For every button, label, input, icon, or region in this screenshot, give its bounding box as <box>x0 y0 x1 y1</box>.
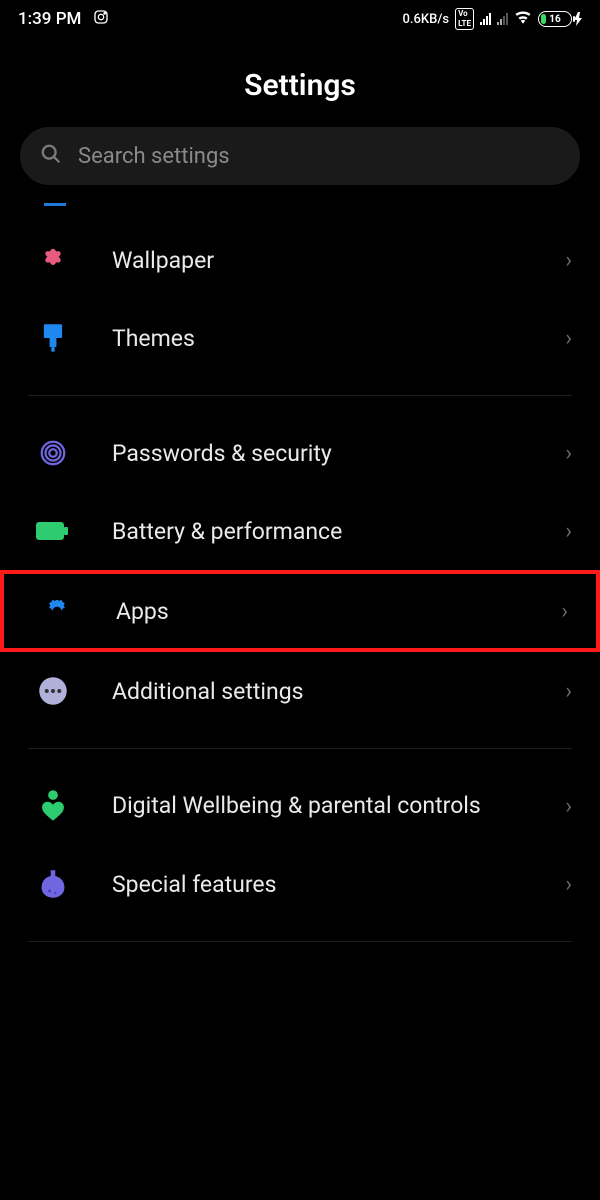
partial-row <box>20 203 580 213</box>
section-divider <box>28 941 572 942</box>
page-title: Settings <box>0 38 600 127</box>
volte-badge: VoLTE <box>455 8 474 30</box>
signal-icon-1 <box>480 13 491 25</box>
settings-item-label: Apps <box>116 598 519 625</box>
settings-item-label: Battery & performance <box>112 518 523 545</box>
settings-item-label: Passwords & security <box>112 440 523 467</box>
settings-item-label: Themes <box>112 325 523 352</box>
chevron-right-icon: › <box>565 679 572 704</box>
status-time: 1:39 PM <box>18 9 81 29</box>
instagram-icon <box>93 9 109 30</box>
chevron-right-icon: › <box>565 794 572 819</box>
settings-item-additional[interactable]: Additional settings › <box>0 652 600 730</box>
flask-icon <box>36 867 70 901</box>
settings-item-wellbeing[interactable]: Digital Wellbeing & parental controls › <box>0 767 600 845</box>
flower-icon <box>36 243 70 277</box>
battery-icon: 16 <box>538 11 582 27</box>
settings-item-passwords[interactable]: Passwords & security › <box>0 414 600 492</box>
fingerprint-icon <box>36 436 70 470</box>
settings-list: Wallpaper › Themes › Passwords & securit… <box>0 221 600 942</box>
section-divider <box>28 395 572 396</box>
heart-person-icon <box>36 789 70 823</box>
settings-item-label: Digital Wellbeing & parental controls <box>112 792 523 821</box>
ellipsis-icon <box>36 674 70 708</box>
settings-item-special[interactable]: Special features › <box>0 845 600 923</box>
settings-item-wallpaper[interactable]: Wallpaper › <box>0 221 600 299</box>
chevron-right-icon: › <box>565 872 572 897</box>
settings-item-apps[interactable]: Apps › <box>0 570 600 652</box>
search-icon <box>40 143 62 169</box>
settings-item-themes[interactable]: Themes › <box>0 299 600 377</box>
settings-item-battery[interactable]: Battery & performance › <box>0 492 600 570</box>
signal-icon-2 <box>497 13 508 25</box>
settings-item-label: Wallpaper <box>112 247 523 274</box>
settings-item-label: Special features <box>112 871 523 898</box>
chevron-right-icon: › <box>565 326 572 351</box>
section-divider <box>28 748 572 749</box>
gear-icon <box>40 594 74 628</box>
status-bar: 1:39 PM 0.6KB/s VoLTE 16 <box>0 0 600 38</box>
wifi-icon <box>514 10 532 28</box>
chevron-right-icon: › <box>565 519 572 544</box>
battery-icon <box>36 514 70 548</box>
brush-icon <box>36 321 70 355</box>
settings-item-label: Additional settings <box>112 678 523 705</box>
search-placeholder: Search settings <box>78 144 230 169</box>
chevron-right-icon: › <box>565 248 572 273</box>
search-input[interactable]: Search settings <box>20 127 580 185</box>
network-speed: 0.6KB/s <box>403 12 450 27</box>
chevron-right-icon: › <box>565 441 572 466</box>
chevron-right-icon: › <box>561 599 568 624</box>
